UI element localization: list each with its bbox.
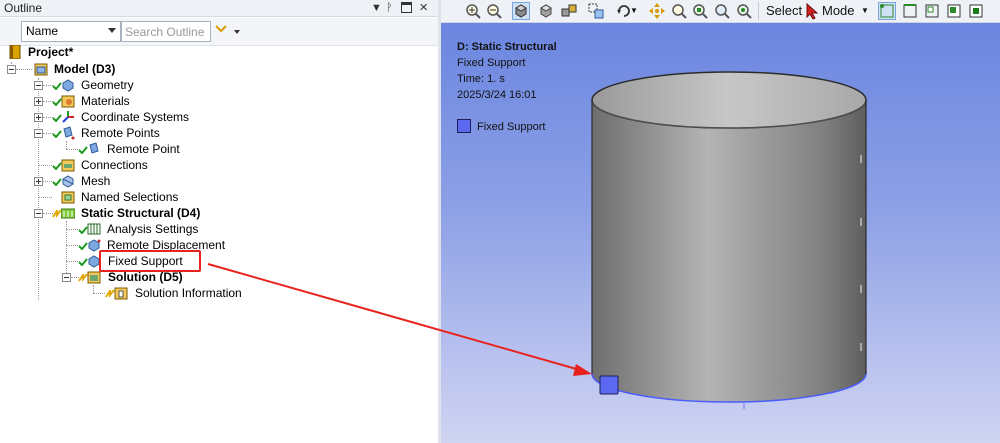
select-edge-icon[interactable] — [901, 2, 919, 20]
connections-icon — [61, 159, 75, 172]
collapse-remote-points-toggle[interactable] — [34, 129, 43, 138]
object-name: Fixed Support — [457, 57, 526, 69]
tree-item-label: Coordinate Systems — [81, 110, 190, 124]
tree-item-label: Materials — [81, 94, 130, 108]
zoom-to-fit-icon[interactable] — [713, 2, 731, 20]
tree-item-label: Geometry — [81, 78, 134, 92]
rotate-dropdown-icon[interactable]: ▼ — [630, 6, 638, 15]
named-selections-icon — [61, 191, 75, 204]
mode-dropdown-icon[interactable]: ▼ — [861, 6, 869, 15]
filter-chevron-icon[interactable] — [215, 25, 227, 33]
materials-icon — [61, 95, 75, 108]
select-body-icon[interactable] — [945, 2, 963, 20]
solution-information-icon — [114, 287, 128, 300]
pan-icon[interactable] — [648, 2, 666, 20]
dropdown-icon[interactable]: ▼ — [371, 1, 382, 15]
outline-tree: Project* Model (D3) Geometry Materials C… — [0, 45, 438, 443]
graphics-toolbar: ▼ Select Mode ▼ — [441, 0, 1000, 23]
collapse-static-structural-toggle[interactable] — [34, 209, 43, 218]
tree-item-label: Mesh — [81, 174, 111, 188]
box-select-icon[interactable] — [587, 2, 605, 20]
outline-panel: Outline ▼ ᚹ ✕ Name Search Outline Projec… — [0, 0, 438, 443]
mode-button[interactable]: Mode — [822, 3, 855, 18]
tree-item-label: Analysis Settings — [107, 222, 199, 236]
outline-title: Outline — [4, 1, 43, 15]
collapse-model-toggle[interactable] — [34, 81, 43, 90]
close-icon[interactable]: ✕ — [419, 1, 428, 15]
tree-item-label: Project* — [28, 45, 74, 59]
expand-materials-toggle[interactable] — [34, 97, 43, 106]
cylinder-body — [592, 100, 866, 402]
filter-dropdown-icon[interactable] — [234, 30, 240, 34]
legend-label: Fixed Support — [477, 121, 546, 133]
tree-item-label: Static Structural (D4) — [81, 206, 201, 220]
legend: Fixed Support — [457, 119, 545, 135]
chevron-down-icon — [108, 28, 116, 33]
face-shading-icon[interactable] — [537, 2, 555, 20]
pin-icon[interactable]: ᚹ — [386, 1, 393, 15]
date-label: 2025/3/24 16:01 — [457, 89, 537, 101]
select-face-icon[interactable] — [923, 2, 941, 20]
vertex-select-icon — [880, 4, 894, 18]
remote-points-icon — [63, 126, 75, 140]
collapse-project-toggle[interactable] — [7, 65, 16, 74]
maximize-icon[interactable] — [401, 2, 412, 17]
body-select-button[interactable] — [512, 2, 530, 20]
cube-icon — [515, 4, 527, 18]
fixed-support-marker — [599, 375, 619, 395]
tree-item-label: Solution Information — [135, 286, 242, 300]
magnifier-icon[interactable] — [735, 2, 753, 20]
coordinate-axes-icon — [62, 111, 74, 123]
tree-item-label: Remote Points — [81, 126, 160, 140]
mesh-icon — [62, 175, 74, 188]
select-element-icon[interactable] — [967, 2, 985, 20]
remote-point-icon — [89, 142, 99, 154]
static-structural-icon — [61, 208, 75, 219]
tree-item-label: Model (D3) — [54, 62, 116, 76]
tree-item-label: Connections — [81, 158, 148, 172]
zoom-icon[interactable] — [670, 2, 688, 20]
legend-swatch — [457, 119, 471, 133]
model-icon — [34, 63, 48, 76]
tree-item-label: Remote Point — [107, 142, 180, 156]
zoom-out-icon[interactable] — [485, 2, 503, 20]
fixed-support-highlight-box — [99, 250, 201, 272]
outline-header: Outline ▼ ᚹ ✕ — [0, 0, 438, 17]
solution-icon — [87, 271, 101, 284]
analysis-title: D: Static Structural — [457, 41, 557, 53]
box-zoom-icon[interactable] — [691, 2, 709, 20]
viewport-info: D: Static Structural Fixed Support Time:… — [457, 39, 557, 103]
project-book-icon — [9, 45, 21, 59]
toolbar-separator — [758, 2, 759, 20]
zoom-in-icon[interactable] — [464, 2, 482, 20]
search-outline-input[interactable] — [121, 21, 211, 42]
collapse-solution-toggle[interactable] — [62, 273, 71, 282]
select-button[interactable]: Select — [766, 3, 802, 18]
tree-item-label: Named Selections — [81, 190, 179, 204]
expand-mesh-toggle[interactable] — [34, 177, 43, 186]
name-filter-value: Name — [26, 24, 59, 38]
select-vertex-button[interactable] — [878, 2, 896, 20]
geometry-icon — [62, 79, 74, 92]
time-label: Time: 1. s — [457, 73, 505, 85]
expand-coordinate-systems-toggle[interactable] — [34, 113, 43, 122]
name-filter-select[interactable]: Name — [21, 21, 121, 42]
multi-body-icon[interactable] — [560, 2, 578, 20]
cursor-arrow-icon[interactable] — [805, 2, 819, 20]
graphics-viewport[interactable]: D: Static Structural Fixed Support Time:… — [441, 23, 1000, 443]
outline-filter-bar: Name — [0, 18, 438, 46]
analysis-settings-icon — [87, 223, 101, 235]
